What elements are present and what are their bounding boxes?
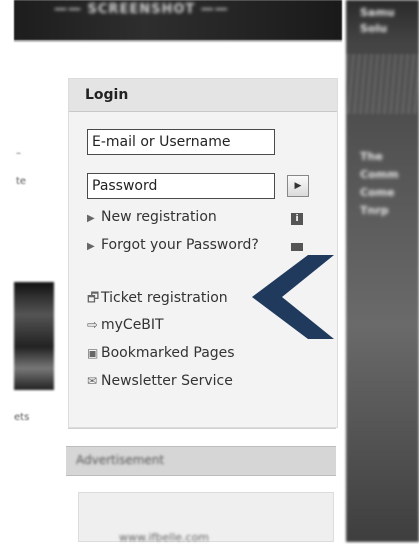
right-column-line: The [360, 150, 383, 163]
new-registration-label: New registration [101, 209, 217, 225]
bookmarked-pages-label: Bookmarked Pages [101, 345, 235, 361]
right-column-line: Comm [360, 168, 399, 181]
newsletter-service-label: Newsletter Service [101, 373, 233, 389]
login-title: Login [85, 87, 129, 103]
left-column-fragment: te [16, 176, 27, 187]
mycebit-link[interactable]: ⇨ myCeBIT [87, 317, 164, 333]
newsletter-service-link[interactable]: ✉ Newsletter Service [87, 373, 233, 389]
advertisement-header: Advertisement [66, 446, 336, 476]
forgot-password-label: Forgot your Password? [101, 237, 259, 253]
arrow-right-icon: ⇨ [87, 318, 98, 333]
forgot-password-link[interactable]: ▶ Forgot your Password? [87, 237, 259, 253]
left-column-photo [14, 282, 54, 390]
link-arrow-icon: ▶ [87, 241, 95, 252]
chevron-pointer-icon [252, 255, 334, 339]
new-registration-link[interactable]: ▶ New registration [87, 209, 217, 225]
login-panel-header: Login [69, 79, 337, 112]
right-column-line: Samu [360, 6, 395, 19]
bookmark-icon: ▣ [87, 346, 99, 360]
advertisement-box[interactable]: www.ifbelle.com [78, 492, 334, 544]
advertisement-title: Advertisement [76, 453, 165, 467]
left-column-fragment: – [16, 148, 21, 159]
login-panel: Login ▶ ▶ New registration i ▶ Forgot your… [68, 78, 338, 428]
ticket-registration-label: Ticket registration [101, 290, 228, 306]
login-submit-button[interactable]: ▶ [287, 175, 309, 197]
right-column-line: Tnrp [360, 204, 389, 217]
email-username-field[interactable] [87, 129, 275, 155]
mycebit-label: myCeBIT [101, 317, 164, 333]
right-column-stripe [346, 54, 419, 114]
right-column-line: Solu [360, 22, 388, 35]
divider [68, 428, 336, 429]
right-column-line: Come [360, 186, 395, 199]
bookmarked-pages-link[interactable]: ▣ Bookmarked Pages [87, 345, 235, 361]
advertisement-url: www.ifbelle.com [119, 531, 210, 544]
info-icon[interactable]: i [291, 213, 303, 225]
password-field[interactable] [87, 173, 275, 199]
banner-text: —— SCREENSHOT —— [54, 2, 229, 17]
envelope-icon: ✉ [87, 374, 98, 388]
ticket-registration-link[interactable]: 🗗 Ticket registration [87, 289, 228, 311]
info-icon[interactable] [291, 243, 303, 251]
header-banner: —— SCREENSHOT —— [14, 0, 342, 42]
link-arrow-icon: ▶ [87, 213, 95, 224]
left-column-fragment: ets [14, 412, 30, 423]
right-column-banner: Samu Solu The Comm Come Tnrp [346, 0, 419, 542]
ticket-icon: 🗗 [87, 291, 100, 306]
play-arrow-icon: ▶ [294, 181, 302, 191]
